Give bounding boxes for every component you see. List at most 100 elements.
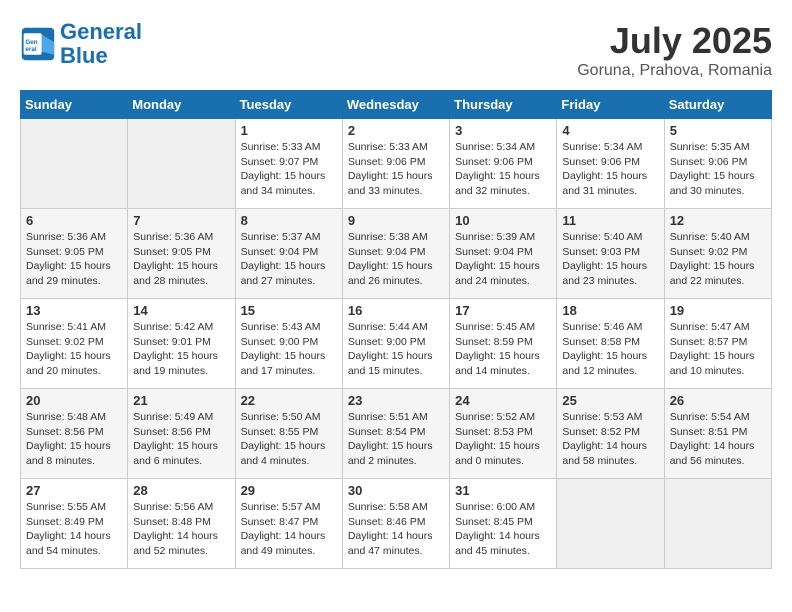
- day-number: 27: [26, 483, 122, 498]
- cell-info: Sunrise: 5:44 AM Sunset: 9:00 PM Dayligh…: [348, 320, 444, 379]
- day-number: 6: [26, 213, 122, 228]
- day-number: 23: [348, 393, 444, 408]
- title-area: July 2025 Goruna, Prahova, Romania: [577, 20, 772, 80]
- calendar-cell: 27 Sunrise: 5:55 AM Sunset: 8:49 PM Dayli…: [21, 479, 128, 569]
- day-number: 11: [562, 213, 658, 228]
- day-number: 8: [241, 213, 337, 228]
- weekday-header-monday: Monday: [128, 91, 235, 119]
- cell-info: Sunrise: 5:36 AM Sunset: 9:05 PM Dayligh…: [26, 230, 122, 289]
- day-number: 9: [348, 213, 444, 228]
- calendar-cell: 21 Sunrise: 5:49 AM Sunset: 8:56 PM Dayli…: [128, 389, 235, 479]
- cell-info: Sunrise: 5:39 AM Sunset: 9:04 PM Dayligh…: [455, 230, 551, 289]
- cell-info: Sunrise: 5:40 AM Sunset: 9:03 PM Dayligh…: [562, 230, 658, 289]
- cell-info: Sunrise: 5:36 AM Sunset: 9:05 PM Dayligh…: [133, 230, 229, 289]
- weekday-header-tuesday: Tuesday: [235, 91, 342, 119]
- calendar-week-3: 13 Sunrise: 5:41 AM Sunset: 9:02 PM Dayli…: [21, 299, 772, 389]
- cell-info: Sunrise: 6:00 AM Sunset: 8:45 PM Dayligh…: [455, 500, 551, 559]
- cell-info: Sunrise: 5:46 AM Sunset: 8:58 PM Dayligh…: [562, 320, 658, 379]
- cell-info: Sunrise: 5:48 AM Sunset: 8:56 PM Dayligh…: [26, 410, 122, 469]
- calendar-cell: 6 Sunrise: 5:36 AM Sunset: 9:05 PM Daylig…: [21, 209, 128, 299]
- calendar-cell: 18 Sunrise: 5:46 AM Sunset: 8:58 PM Dayli…: [557, 299, 664, 389]
- calendar-cell: 11 Sunrise: 5:40 AM Sunset: 9:03 PM Dayli…: [557, 209, 664, 299]
- calendar-week-4: 20 Sunrise: 5:48 AM Sunset: 8:56 PM Dayli…: [21, 389, 772, 479]
- cell-info: Sunrise: 5:43 AM Sunset: 9:00 PM Dayligh…: [241, 320, 337, 379]
- day-number: 13: [26, 303, 122, 318]
- calendar-cell: 24 Sunrise: 5:52 AM Sunset: 8:53 PM Dayli…: [450, 389, 557, 479]
- day-number: 7: [133, 213, 229, 228]
- calendar-cell: 8 Sunrise: 5:37 AM Sunset: 9:04 PM Daylig…: [235, 209, 342, 299]
- month-title: July 2025: [577, 20, 772, 62]
- day-number: 21: [133, 393, 229, 408]
- day-number: 20: [26, 393, 122, 408]
- calendar-cell: 13 Sunrise: 5:41 AM Sunset: 9:02 PM Dayli…: [21, 299, 128, 389]
- weekday-header-thursday: Thursday: [450, 91, 557, 119]
- calendar-cell: 15 Sunrise: 5:43 AM Sunset: 9:00 PM Dayli…: [235, 299, 342, 389]
- cell-info: Sunrise: 5:57 AM Sunset: 8:47 PM Dayligh…: [241, 500, 337, 559]
- cell-info: Sunrise: 5:38 AM Sunset: 9:04 PM Dayligh…: [348, 230, 444, 289]
- day-number: 26: [670, 393, 766, 408]
- day-number: 15: [241, 303, 337, 318]
- day-number: 5: [670, 123, 766, 138]
- calendar-cell: [557, 479, 664, 569]
- cell-info: Sunrise: 5:47 AM Sunset: 8:57 PM Dayligh…: [670, 320, 766, 379]
- svg-text:Gen: Gen: [25, 39, 37, 46]
- day-number: 30: [348, 483, 444, 498]
- cell-info: Sunrise: 5:45 AM Sunset: 8:59 PM Dayligh…: [455, 320, 551, 379]
- calendar-header-row: SundayMondayTuesdayWednesdayThursdayFrid…: [21, 91, 772, 119]
- calendar-cell: 26Sunrise: 5:54 AM Sunset: 8:51 PM Dayli…: [664, 389, 771, 479]
- weekday-header-friday: Friday: [557, 91, 664, 119]
- cell-info: Sunrise: 5:34 AM Sunset: 9:06 PM Dayligh…: [455, 140, 551, 199]
- calendar-cell: 23 Sunrise: 5:51 AM Sunset: 8:54 PM Dayli…: [342, 389, 449, 479]
- day-number: 24: [455, 393, 551, 408]
- day-number: 16: [348, 303, 444, 318]
- location-title: Goruna, Prahova, Romania: [577, 62, 772, 80]
- cell-info: Sunrise: 5:42 AM Sunset: 9:01 PM Dayligh…: [133, 320, 229, 379]
- day-number: 10: [455, 213, 551, 228]
- cell-info: Sunrise: 5:53 AM Sunset: 8:52 PM Dayligh…: [562, 410, 658, 469]
- calendar-cell: [128, 119, 235, 209]
- calendar-cell: 29Sunrise: 5:57 AM Sunset: 8:47 PM Dayli…: [235, 479, 342, 569]
- logo-icon: Gen eral: [20, 26, 56, 62]
- calendar-cell: 16 Sunrise: 5:44 AM Sunset: 9:00 PM Dayli…: [342, 299, 449, 389]
- calendar-cell: [664, 479, 771, 569]
- calendar-week-5: 27 Sunrise: 5:55 AM Sunset: 8:49 PM Dayli…: [21, 479, 772, 569]
- logo: Gen eral GeneralBlue: [20, 20, 142, 68]
- calendar-cell: 20 Sunrise: 5:48 AM Sunset: 8:56 PM Dayli…: [21, 389, 128, 479]
- cell-info: Sunrise: 5:50 AM Sunset: 8:55 PM Dayligh…: [241, 410, 337, 469]
- calendar-cell: 9 Sunrise: 5:38 AM Sunset: 9:04 PM Daylig…: [342, 209, 449, 299]
- calendar-cell: 7 Sunrise: 5:36 AM Sunset: 9:05 PM Daylig…: [128, 209, 235, 299]
- calendar-cell: 31Sunrise: 6:00 AM Sunset: 8:45 PM Dayli…: [450, 479, 557, 569]
- calendar-cell: 2Sunrise: 5:33 AM Sunset: 9:06 PM Daylig…: [342, 119, 449, 209]
- calendar-cell: 4Sunrise: 5:34 AM Sunset: 9:06 PM Daylig…: [557, 119, 664, 209]
- cell-info: Sunrise: 5:37 AM Sunset: 9:04 PM Dayligh…: [241, 230, 337, 289]
- day-number: 25: [562, 393, 658, 408]
- calendar-cell: 22Sunrise: 5:50 AM Sunset: 8:55 PM Dayli…: [235, 389, 342, 479]
- cell-info: Sunrise: 5:40 AM Sunset: 9:02 PM Dayligh…: [670, 230, 766, 289]
- calendar-cell: 17Sunrise: 5:45 AM Sunset: 8:59 PM Dayli…: [450, 299, 557, 389]
- cell-info: Sunrise: 5:41 AM Sunset: 9:02 PM Dayligh…: [26, 320, 122, 379]
- day-number: 18: [562, 303, 658, 318]
- calendar-cell: 3Sunrise: 5:34 AM Sunset: 9:06 PM Daylig…: [450, 119, 557, 209]
- weekday-header-sunday: Sunday: [21, 91, 128, 119]
- cell-info: Sunrise: 5:52 AM Sunset: 8:53 PM Dayligh…: [455, 410, 551, 469]
- cell-info: Sunrise: 5:35 AM Sunset: 9:06 PM Dayligh…: [670, 140, 766, 199]
- cell-info: Sunrise: 5:33 AM Sunset: 9:06 PM Dayligh…: [348, 140, 444, 199]
- calendar-cell: 14 Sunrise: 5:42 AM Sunset: 9:01 PM Dayli…: [128, 299, 235, 389]
- cell-info: Sunrise: 5:55 AM Sunset: 8:49 PM Dayligh…: [26, 500, 122, 559]
- calendar-cell: 28 Sunrise: 5:56 AM Sunset: 8:48 PM Dayli…: [128, 479, 235, 569]
- cell-info: Sunrise: 5:51 AM Sunset: 8:54 PM Dayligh…: [348, 410, 444, 469]
- day-number: 28: [133, 483, 229, 498]
- logo-text: GeneralBlue: [60, 20, 142, 68]
- weekday-header-wednesday: Wednesday: [342, 91, 449, 119]
- calendar-cell: 25 Sunrise: 5:53 AM Sunset: 8:52 PM Dayli…: [557, 389, 664, 479]
- day-number: 14: [133, 303, 229, 318]
- calendar-cell: [21, 119, 128, 209]
- cell-info: Sunrise: 5:49 AM Sunset: 8:56 PM Dayligh…: [133, 410, 229, 469]
- day-number: 1: [241, 123, 337, 138]
- day-number: 19: [670, 303, 766, 318]
- calendar-cell: 19 Sunrise: 5:47 AM Sunset: 8:57 PM Dayli…: [664, 299, 771, 389]
- cell-info: Sunrise: 5:56 AM Sunset: 8:48 PM Dayligh…: [133, 500, 229, 559]
- calendar-body: 1 Sunrise: 5:33 AM Sunset: 9:07 PM Daylig…: [21, 119, 772, 569]
- calendar-week-1: 1 Sunrise: 5:33 AM Sunset: 9:07 PM Daylig…: [21, 119, 772, 209]
- cell-info: Sunrise: 5:33 AM Sunset: 9:07 PM Dayligh…: [241, 140, 337, 199]
